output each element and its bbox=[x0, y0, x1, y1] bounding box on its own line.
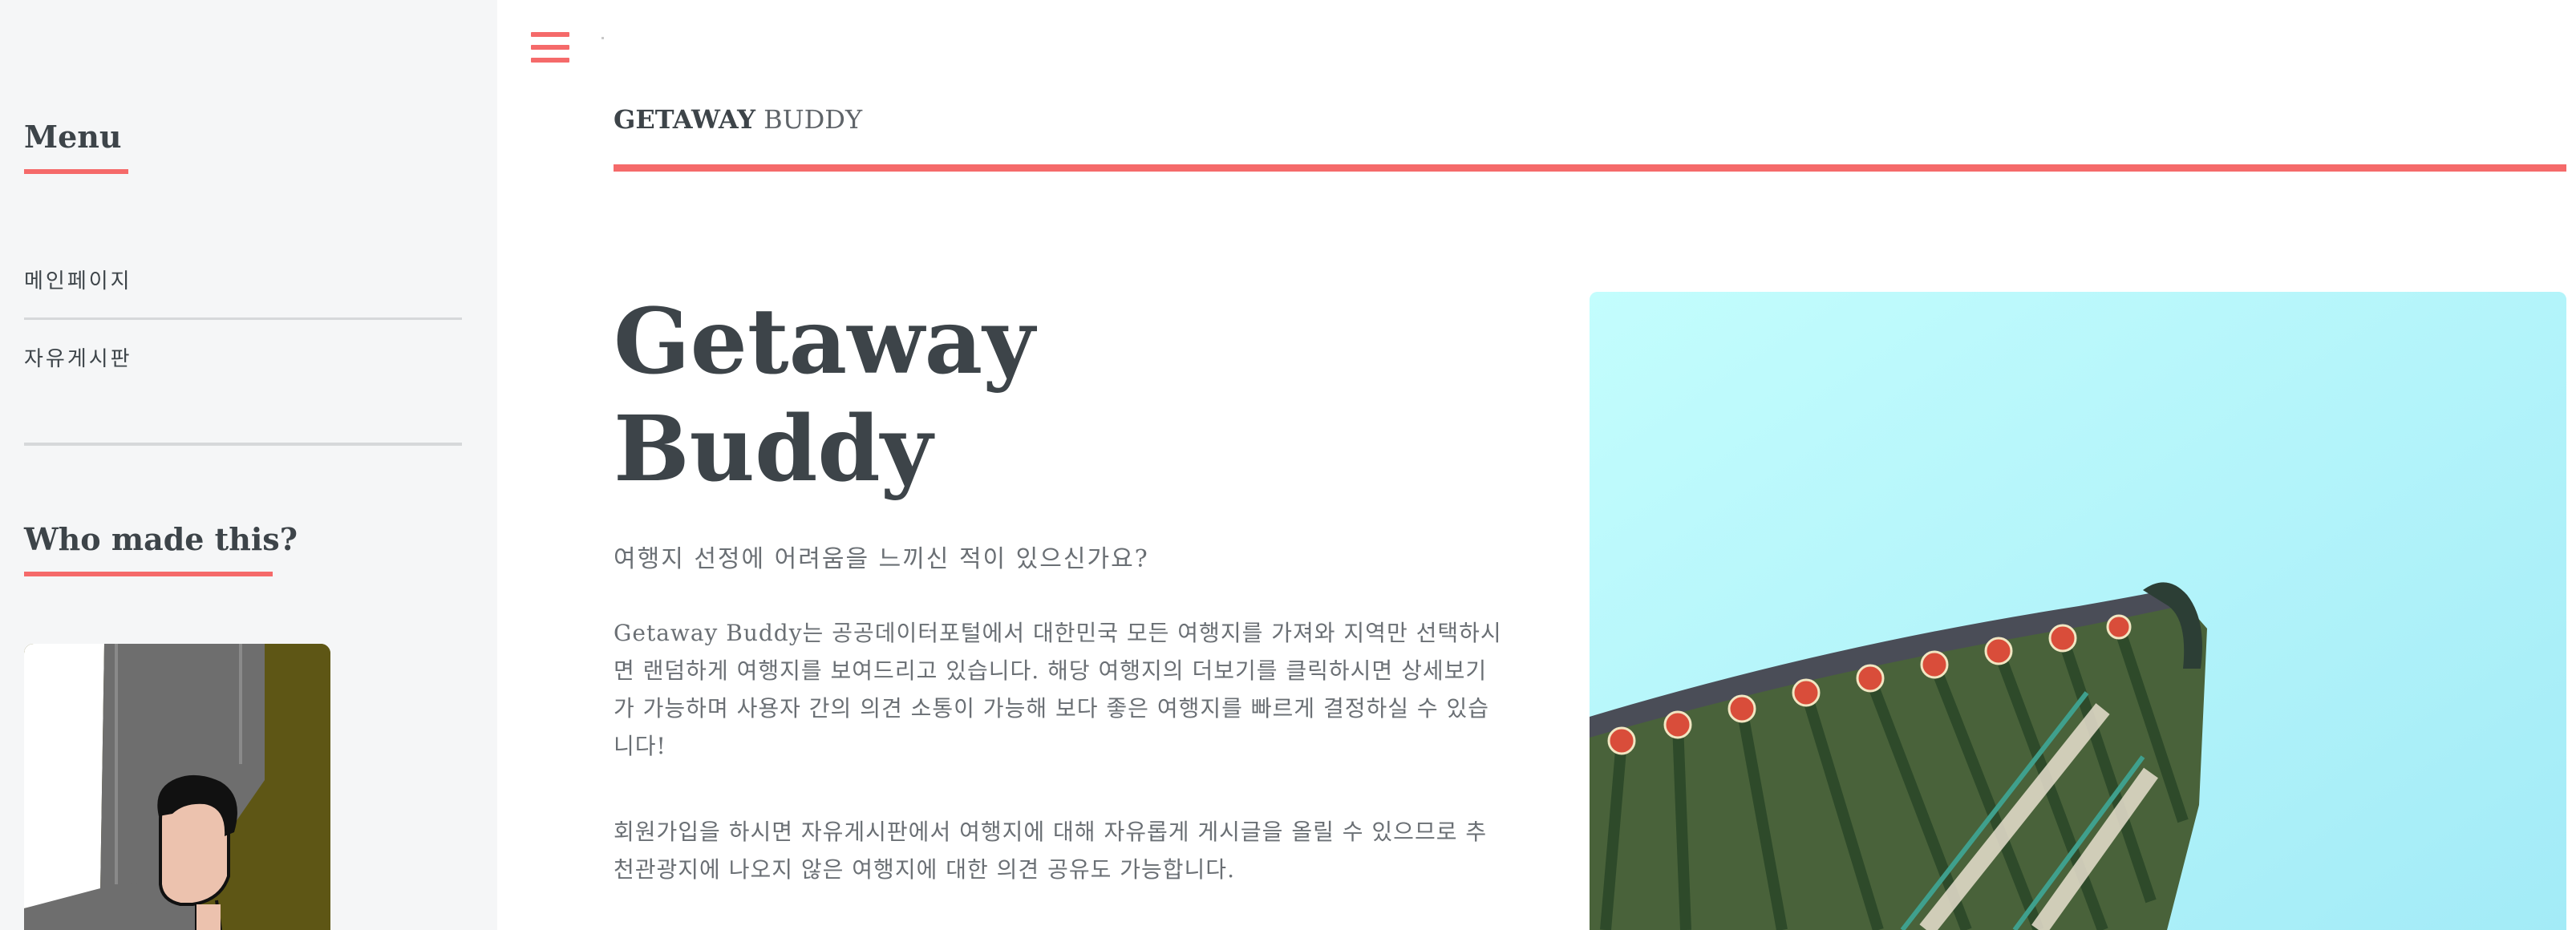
header-divider bbox=[614, 164, 2566, 172]
page-title: Getaway Buddy bbox=[614, 289, 1504, 503]
menu-link-main[interactable]: 메인페이지 bbox=[24, 265, 132, 294]
menu-heading-text: Menu bbox=[24, 119, 122, 155]
sidebar: Menu 메인페이지 자유게시판 Who made this? bbox=[0, 0, 497, 930]
logo-light-text: BUDDY bbox=[763, 104, 863, 135]
who-heading: Who made this? bbox=[24, 521, 298, 576]
avatar-drawing bbox=[24, 644, 330, 930]
menu-heading: Menu bbox=[24, 119, 128, 174]
who-heading-underline bbox=[24, 572, 273, 576]
title-line-1: Getaway bbox=[614, 289, 1035, 394]
banner-paragraph-signup: 회원가입을 하시면 자유게시판에서 여행지에 대해 자유롭게 게시글을 올릴 수… bbox=[614, 819, 1488, 883]
who-heading-text: Who made this? bbox=[24, 521, 298, 557]
menu-item-main[interactable]: 메인페이지 bbox=[24, 241, 462, 317]
traditional-roof-image bbox=[1590, 292, 2566, 930]
sidebar-toggle-button[interactable] bbox=[531, 32, 569, 64]
banner-content: Getaway Buddy 여행지 선정에 어려움을 느끼신 적이 있으신가요?… bbox=[614, 289, 1504, 888]
banner-subtitle: 여행지 선정에 어려움을 느끼신 적이 있으신가요? bbox=[614, 545, 1149, 573]
hamburger-icon-line bbox=[531, 45, 569, 50]
logo-bold-text: GETAWAY bbox=[614, 104, 755, 135]
site-logo[interactable]: GETAWAY BUDDY bbox=[614, 104, 862, 135]
menu-link-board[interactable]: 자유게시판 bbox=[24, 342, 132, 372]
creator-avatar bbox=[24, 644, 330, 930]
menu-item-board[interactable]: 자유게시판 bbox=[24, 317, 462, 394]
hamburger-icon-line bbox=[531, 58, 569, 63]
sidebar-divider bbox=[24, 443, 462, 446]
page-header: GETAWAY BUDDY bbox=[614, 104, 2566, 135]
decorative-dot bbox=[601, 37, 604, 39]
menu-heading-underline bbox=[24, 169, 128, 174]
banner-paragraph-intro: Getaway Buddy는 공공데이터포털에서 대한민국 모든 여행지를 가져… bbox=[614, 620, 1502, 759]
banner-image bbox=[1590, 292, 2566, 930]
title-line-2: Buddy bbox=[614, 397, 933, 502]
hamburger-icon-line bbox=[531, 32, 569, 37]
menu-list: 메인페이지 자유게시판 bbox=[24, 241, 462, 394]
